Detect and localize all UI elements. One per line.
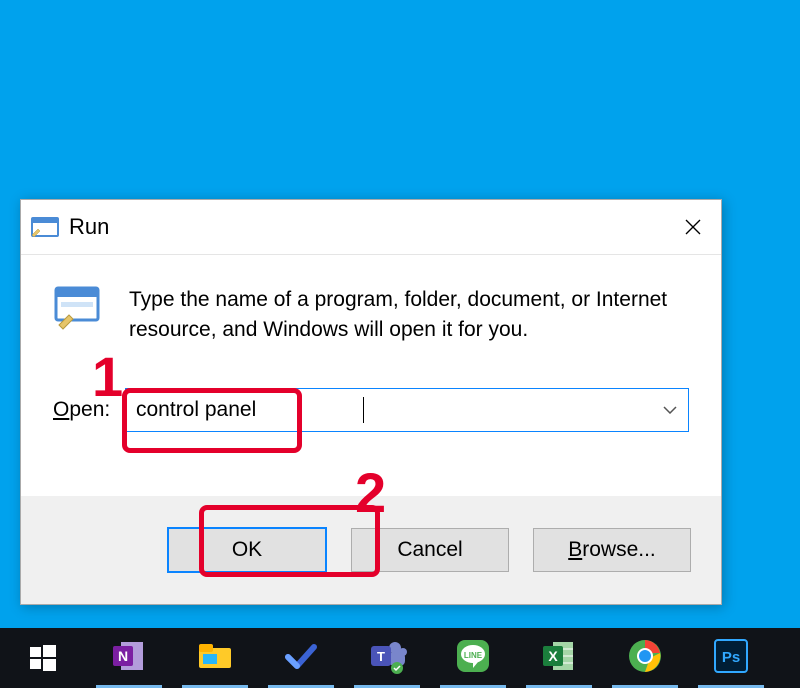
chrome-icon bbox=[628, 639, 662, 678]
run-icon bbox=[31, 215, 61, 239]
taskbar-chrome[interactable] bbox=[602, 628, 688, 688]
line-icon: LINE bbox=[455, 638, 491, 679]
cancel-button[interactable]: Cancel bbox=[351, 528, 509, 572]
close-button[interactable] bbox=[665, 200, 721, 254]
photoshop-icon: Ps bbox=[713, 638, 749, 679]
taskbar-line[interactable]: LINE bbox=[430, 628, 516, 688]
taskbar-file-explorer[interactable] bbox=[172, 628, 258, 688]
titlebar: Run bbox=[21, 200, 721, 255]
browse-button[interactable]: Browse... bbox=[533, 528, 691, 572]
teams-icon: T bbox=[367, 638, 407, 679]
windows-icon bbox=[30, 645, 56, 671]
folder-icon bbox=[197, 640, 233, 677]
excel-icon: X bbox=[541, 638, 577, 679]
svg-text:Ps: Ps bbox=[722, 649, 740, 666]
chevron-down-icon[interactable] bbox=[652, 389, 688, 431]
open-label: Open: bbox=[53, 398, 125, 422]
taskbar-todo[interactable] bbox=[258, 628, 344, 688]
ok-button[interactable]: OK bbox=[167, 527, 327, 573]
taskbar-excel[interactable]: X bbox=[516, 628, 602, 688]
text-caret bbox=[363, 397, 364, 423]
svg-text:LINE: LINE bbox=[464, 651, 483, 660]
dialog-title: Run bbox=[69, 214, 665, 240]
taskbar-teams[interactable]: T bbox=[344, 628, 430, 688]
open-input[interactable] bbox=[126, 389, 652, 431]
taskbar-onenote[interactable]: N bbox=[86, 628, 172, 688]
taskbar-start[interactable] bbox=[0, 628, 86, 688]
check-icon bbox=[284, 641, 318, 676]
taskbar-photoshop[interactable]: Ps bbox=[688, 628, 774, 688]
dialog-body: Type the name of a program, folder, docu… bbox=[21, 255, 721, 432]
svg-text:X: X bbox=[548, 648, 558, 664]
open-combobox[interactable] bbox=[125, 388, 689, 432]
taskbar: N T bbox=[0, 628, 800, 688]
onenote-icon: N bbox=[111, 638, 147, 679]
svg-text:N: N bbox=[118, 648, 128, 664]
dialog-footer: OK Cancel Browse... bbox=[21, 496, 721, 604]
svg-text:T: T bbox=[377, 649, 385, 664]
dialog-description: Type the name of a program, folder, docu… bbox=[129, 285, 689, 346]
run-dialog: Run Type the name of a program, folder, … bbox=[20, 199, 722, 605]
run-large-icon bbox=[53, 285, 105, 331]
